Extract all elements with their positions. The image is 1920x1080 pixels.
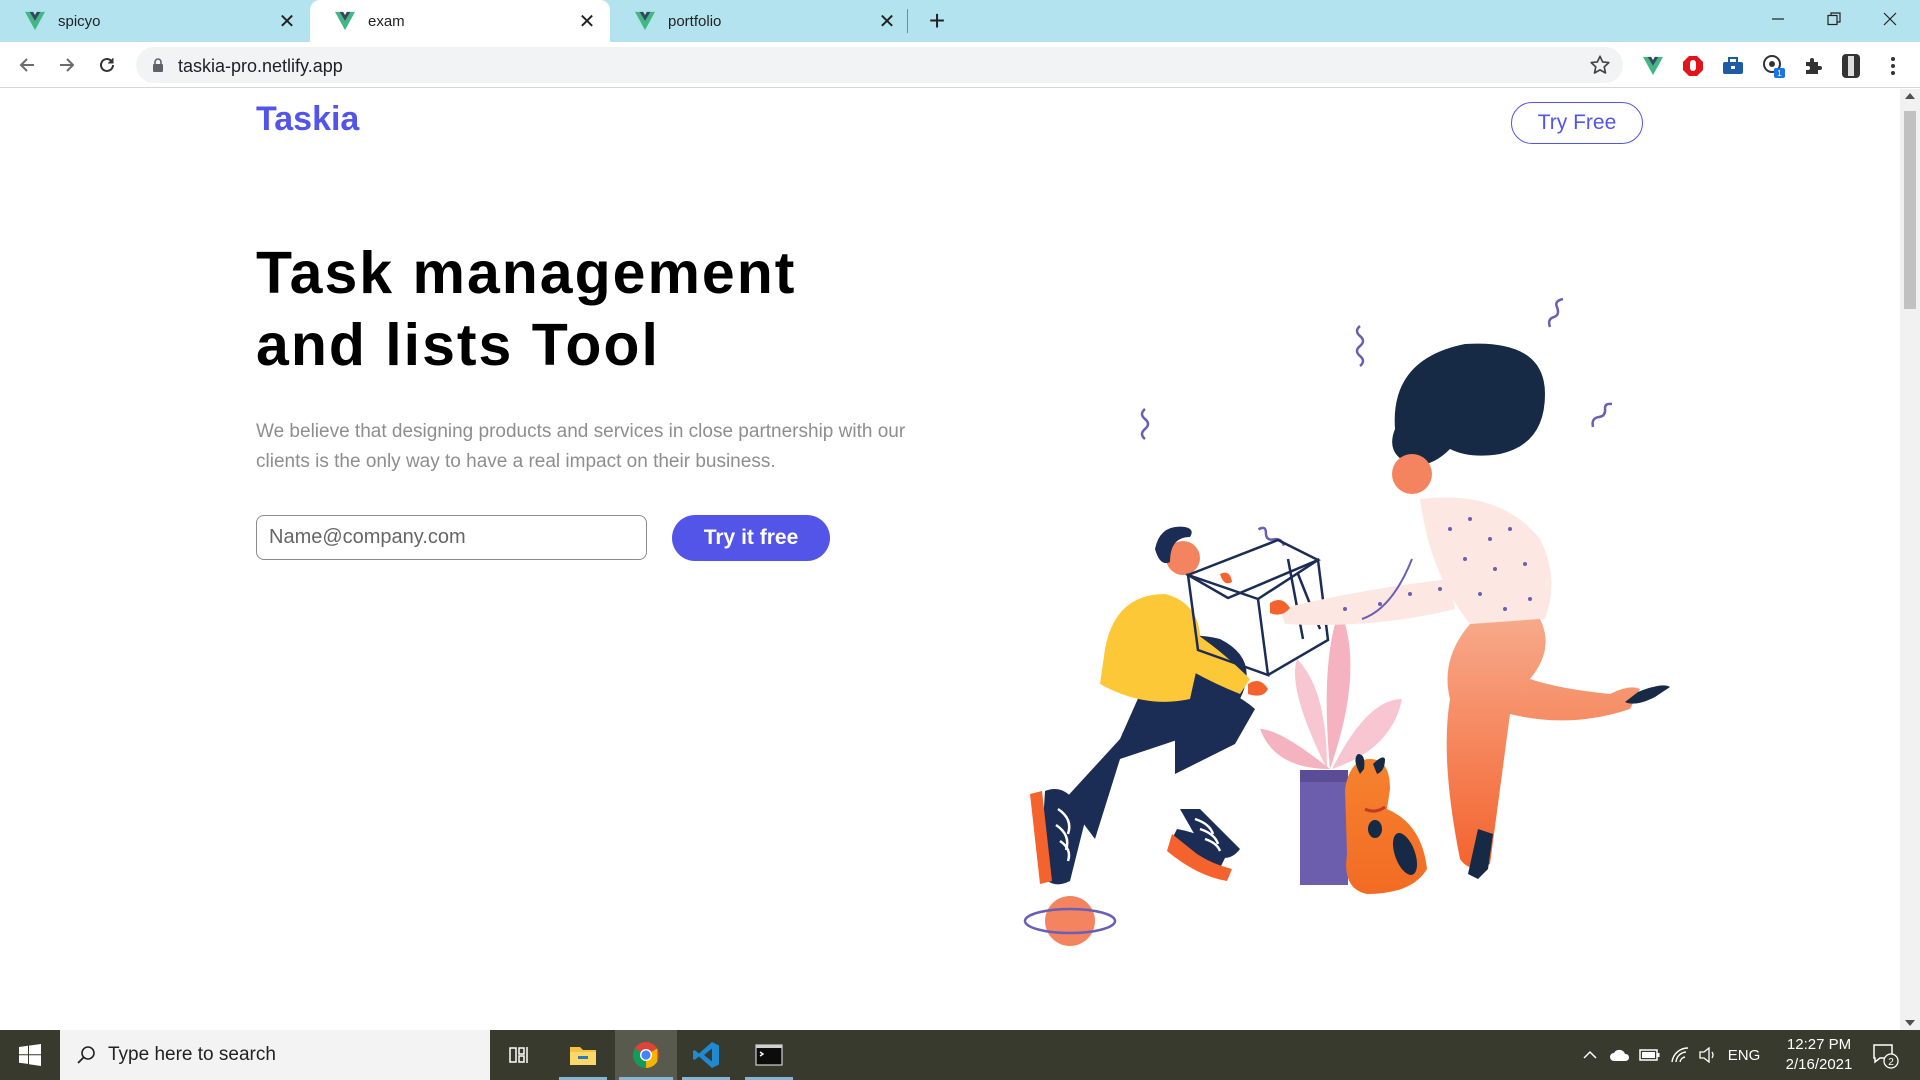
hero-title-line-2: and lists Tool [256,312,660,378]
toolbox-extension-icon[interactable] [1720,53,1746,79]
dog-figure [1345,754,1427,894]
folder-icon [570,1047,596,1065]
tab-close-icon[interactable]: ✕ [276,10,298,33]
chevron-up-icon [1583,1050,1597,1059]
arrow-left-icon [19,58,34,72]
try-free-nav-button[interactable]: Try Free [1511,102,1643,144]
hero-subtitle: We believe that designing products and s… [256,421,906,472]
arrow-right-icon [60,58,75,72]
wifi-tray-icon[interactable] [1666,1030,1694,1080]
reload-icon [100,57,114,72]
taskbar-chrome[interactable] [615,1030,677,1080]
notification-icon: 2 [1873,1044,1899,1069]
lock-icon [153,58,163,72]
tab-exam[interactable]: exam ✕ [310,0,610,42]
tab-title: spicyo [58,12,101,30]
task-view-button[interactable] [492,1030,548,1080]
bookmark-star-icon[interactable] [1589,54,1611,76]
restore-icon [1827,12,1841,26]
close-window-button[interactable] [1862,0,1918,38]
battery-tray-icon[interactable] [1636,1030,1664,1080]
hero-title: Task management and lists Tool [256,237,956,381]
tab-spicyo[interactable]: spicyo ✕ [0,0,310,42]
site-logo[interactable]: Taskia [256,100,359,139]
task-view-icon [509,1047,528,1063]
vue-devtools-extension-icon[interactable] [1640,53,1666,79]
scrollbar-thumb[interactable] [1904,111,1916,309]
close-icon [1883,12,1897,26]
taskbar-clock[interactable]: 12:27 PM 2/16/2021 [1764,1035,1874,1075]
reload-button[interactable] [91,49,123,81]
vue-favicon-icon [335,11,355,31]
adblock-extension-icon[interactable] [1680,53,1706,79]
taskbar-file-explorer[interactable] [555,1030,611,1080]
chrome-icon [632,1042,659,1069]
browser-tab-strip: spicyo ✕ exam ✕ portfolio ✕ + [0,0,1920,42]
language-indicator[interactable]: ENG [1724,1030,1764,1080]
clock-date: 2/16/2021 [1785,1056,1853,1073]
extensions-puzzle-icon[interactable] [1800,53,1826,79]
vue-favicon-icon [635,11,655,31]
profile-avatar-icon[interactable] [1838,53,1864,79]
hero-title-line-1: Task management [256,240,797,306]
back-button[interactable] [11,49,43,81]
tab-close-icon[interactable]: ✕ [876,10,898,33]
browser-toolbar: taskia-pro.netlify.app 1 [0,42,1920,88]
restore-button[interactable] [1806,0,1862,38]
chrome-menu-icon[interactable] [1880,53,1906,79]
hero-illustration [1023,297,1670,946]
address-bar[interactable]: taskia-pro.netlify.app [136,47,1623,83]
planet-decoration [1023,896,1117,946]
start-button[interactable] [0,1030,60,1080]
web-page: Taskia Try Free Task management and list… [0,89,1900,1030]
squiggle-decoration [1355,325,1365,367]
show-hidden-icons-button[interactable] [1578,1030,1602,1080]
eye-extension-icon[interactable]: 1 [1760,53,1786,79]
page-scrollbar[interactable] [1900,89,1920,1030]
man-figure [1030,526,1268,885]
volume-tray-icon[interactable] [1694,1030,1722,1080]
scroll-down-arrow-icon[interactable] [1905,1020,1915,1026]
scroll-up-arrow-icon[interactable] [1905,93,1915,99]
windows-logo-icon [19,1044,41,1066]
url-text: taskia-pro.netlify.app [178,56,343,76]
minimize-icon [1772,18,1784,20]
tab-close-icon[interactable]: ✕ [576,10,598,33]
try-it-free-button[interactable]: Try it free [672,515,830,561]
new-tab-button[interactable]: + [922,6,952,36]
extension-badge: 1 [1777,69,1782,78]
search-icon [77,1046,95,1064]
taskbar-terminal[interactable] [741,1030,797,1080]
clock-time: 12:27 PM [1786,1036,1852,1053]
terminal-icon [755,1044,783,1066]
email-input[interactable] [256,515,647,560]
minimize-button[interactable] [1750,0,1806,38]
action-center-button[interactable]: 2 [1862,1030,1908,1080]
onedrive-tray-icon[interactable] [1606,1030,1634,1080]
tab-title: exam [368,12,405,30]
tab-title: portfolio [668,12,722,30]
vue-favicon-icon [25,11,45,31]
forward-button[interactable] [51,49,83,81]
windows-taskbar: Type here to search ENG 12:27 PM 2/16/20… [0,1030,1920,1080]
vscode-icon [693,1042,719,1068]
tab-portfolio[interactable]: portfolio ✕ [610,0,910,42]
notification-count: 2 [1888,1057,1894,1068]
tab-separator [907,9,908,33]
taskbar-vscode[interactable] [678,1030,734,1080]
taskbar-search-box[interactable]: Type here to search [60,1030,490,1080]
search-placeholder: Type here to search [108,1044,276,1065]
